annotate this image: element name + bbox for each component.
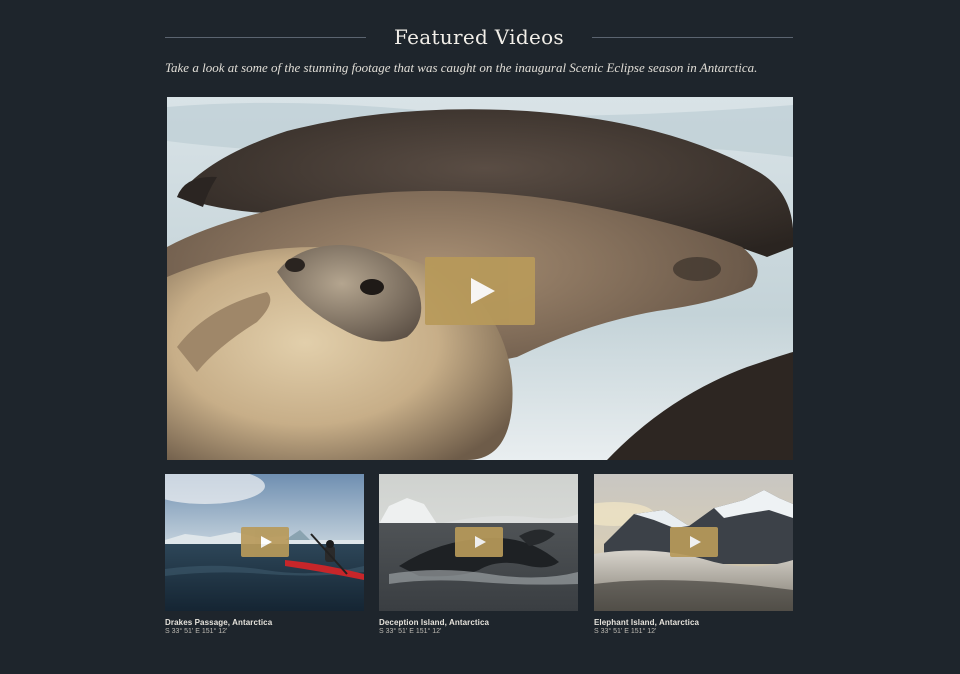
- header-rule-left: [165, 36, 367, 38]
- video-thumbnail[interactable]: [594, 474, 793, 611]
- header-rule-right: [591, 36, 794, 38]
- play-icon: [690, 536, 701, 548]
- video-title: Drakes Passage, Antarctica: [165, 618, 273, 627]
- video-coordinates: S 33° 51' E 151° 12': [165, 628, 228, 635]
- video-title: Deception Island, Antarctica: [379, 618, 490, 627]
- video-card-deception-island[interactable]: Deception Island, Antarctica S 33° 51' E…: [379, 474, 578, 635]
- section-title: Featured Videos: [394, 25, 564, 49]
- video-title: Elephant Island, Antarctica: [594, 618, 700, 627]
- video-thumbnail[interactable]: [379, 474, 578, 611]
- featured-video-play-button[interactable]: [425, 257, 535, 325]
- video-card-drakes-passage[interactable]: Drakes Passage, Antarctica S 33° 51' E 1…: [165, 474, 364, 635]
- video-coordinates: S 33° 51' E 151° 12': [594, 628, 657, 635]
- video-play-button[interactable]: [670, 527, 718, 557]
- play-icon: [475, 536, 486, 548]
- video-thumbnail-list: Drakes Passage, Antarctica S 33° 51' E 1…: [165, 474, 793, 644]
- video-card-elephant-island[interactable]: Elephant Island, Antarctica S 33° 51' E …: [594, 474, 793, 635]
- video-play-button[interactable]: [241, 527, 289, 557]
- play-icon: [471, 278, 495, 304]
- section-header: Featured Videos: [165, 20, 794, 54]
- section-subtitle: Take a look at some of the stunning foot…: [165, 60, 758, 75]
- play-icon: [261, 536, 272, 548]
- video-coordinates: S 33° 51' E 151° 12': [379, 628, 442, 635]
- video-play-button[interactable]: [455, 527, 503, 557]
- featured-video[interactable]: [167, 97, 793, 460]
- video-thumbnail[interactable]: [165, 474, 364, 611]
